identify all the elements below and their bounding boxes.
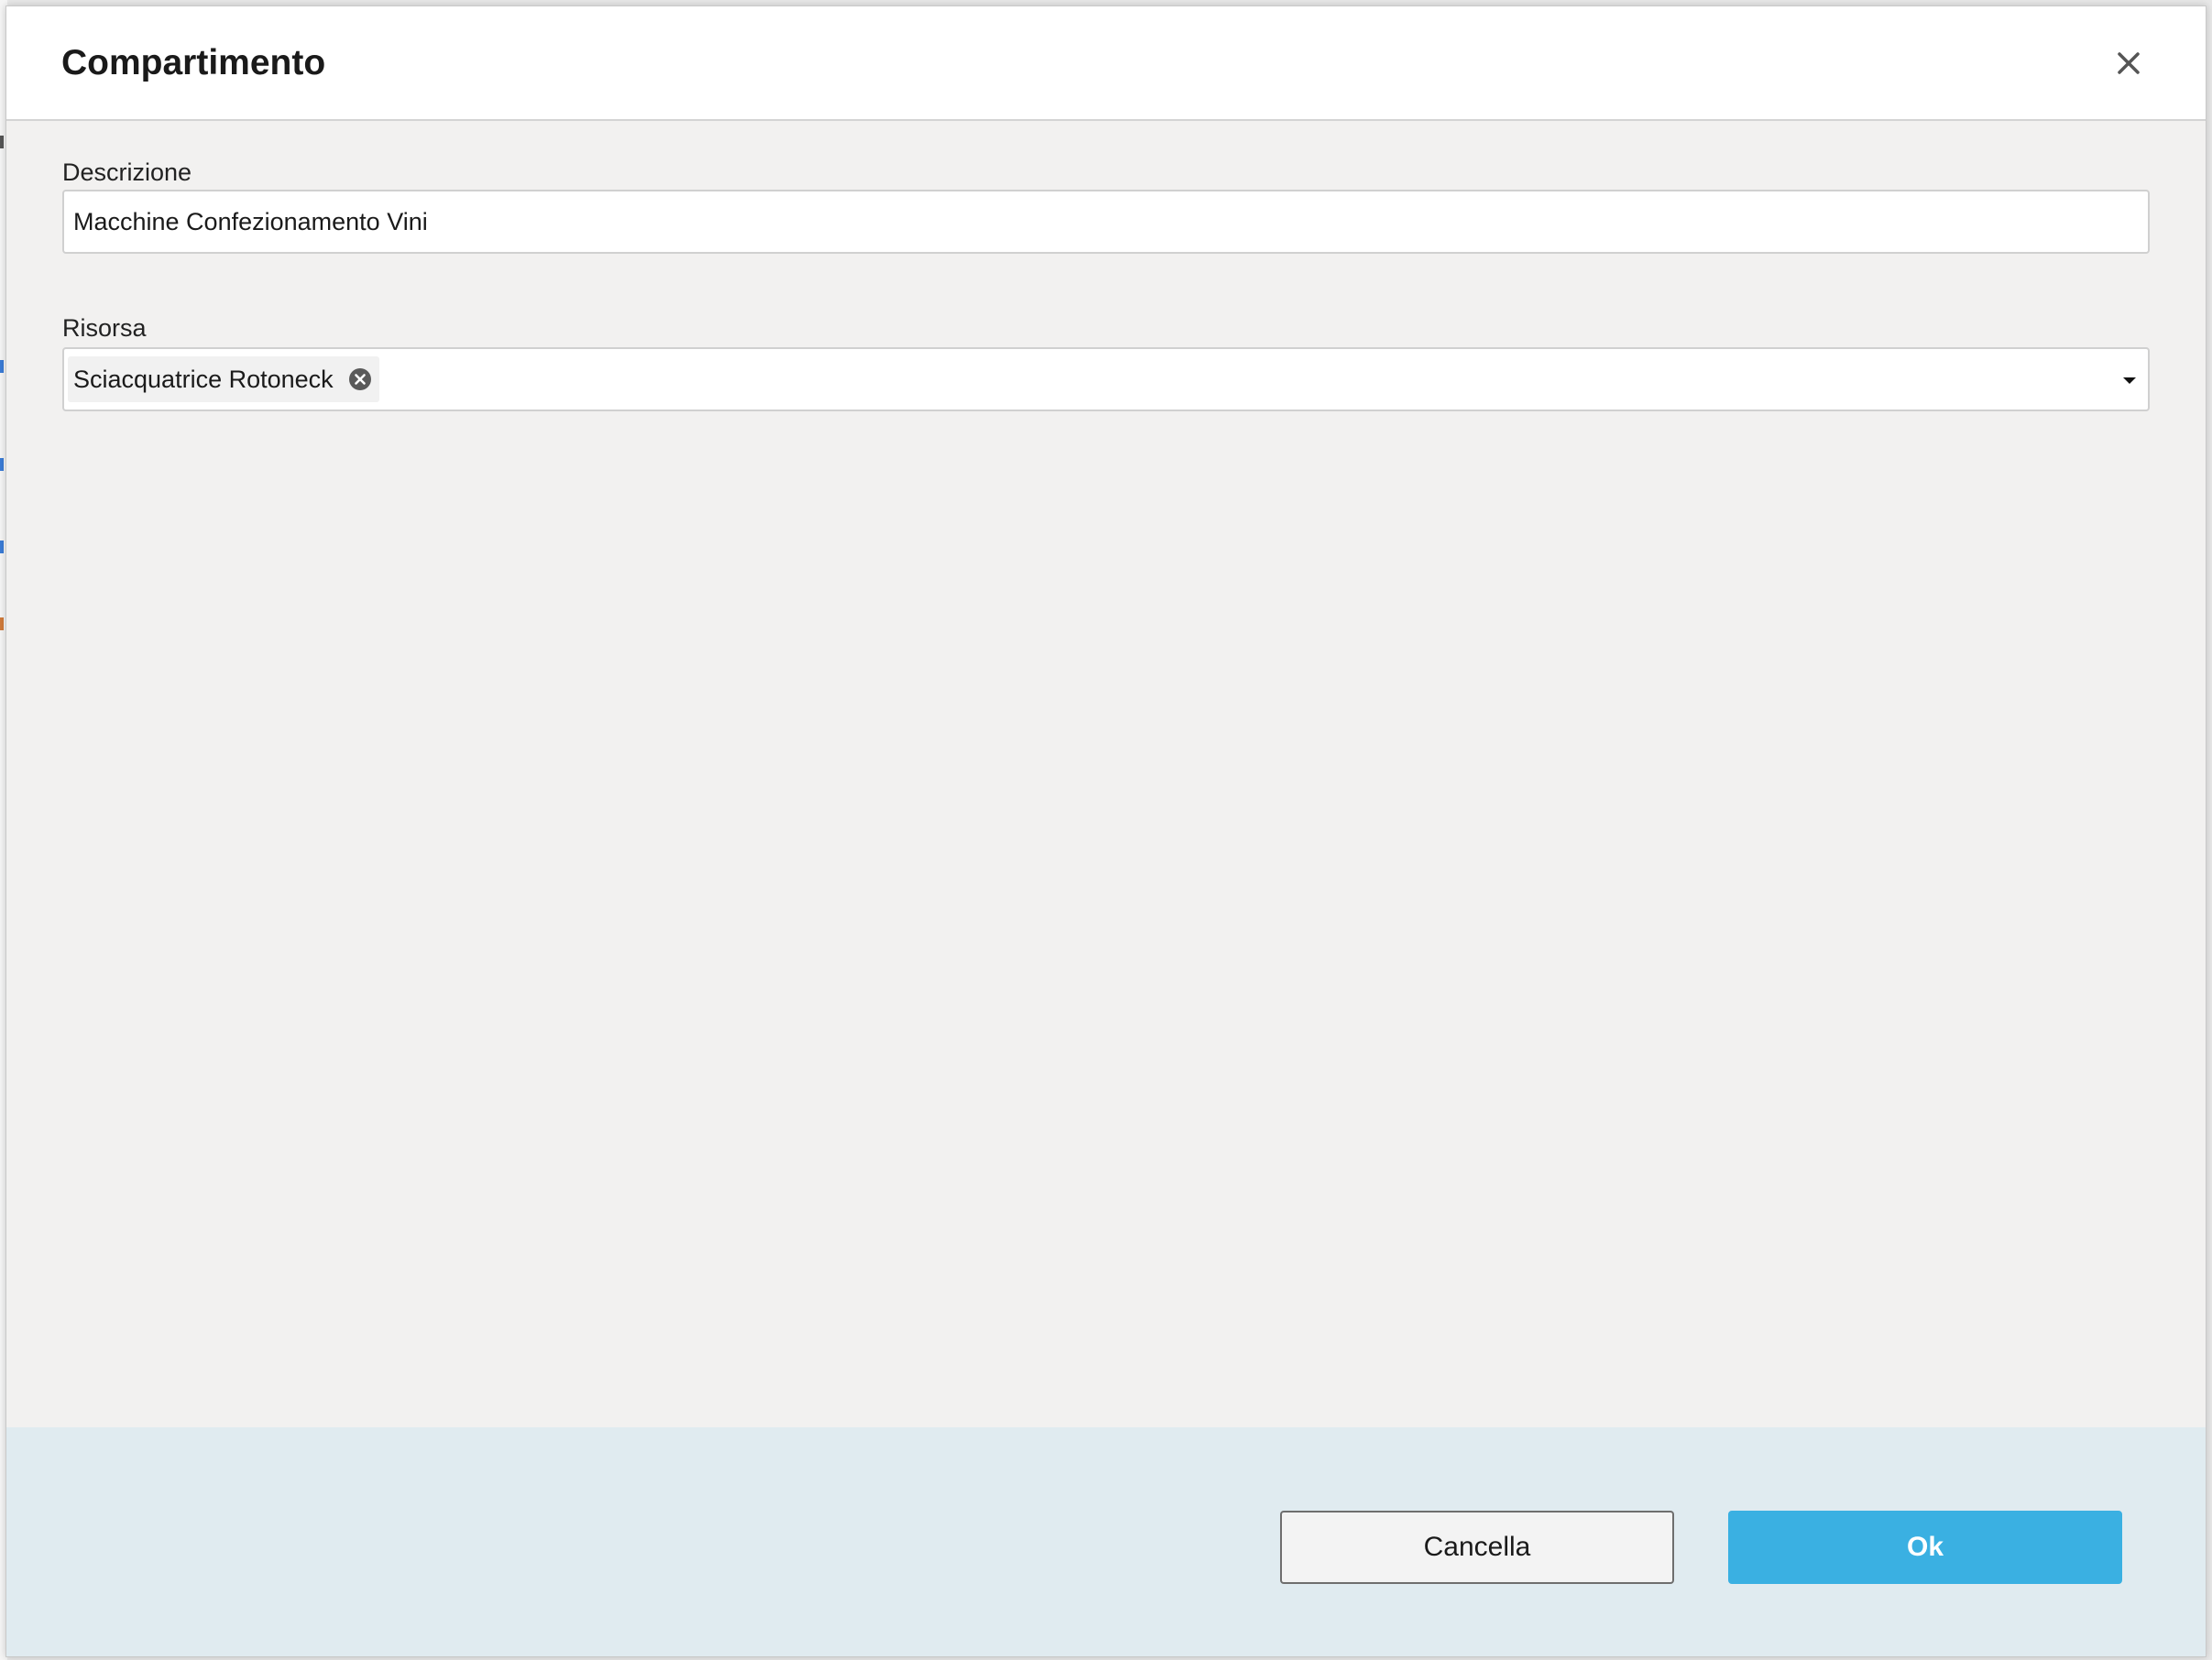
ok-button[interactable]: Ok [1728, 1511, 2122, 1584]
dialog-title: Compartimento [61, 43, 326, 82]
dropdown-toggle[interactable] [2120, 371, 2139, 389]
background-mark [0, 136, 4, 148]
compartimento-dialog: Compartimento Descrizione Risorsa Sciacq… [5, 5, 2207, 1657]
close-icon [2118, 52, 2140, 74]
remove-tag-button[interactable] [348, 367, 372, 391]
background-mark [0, 541, 4, 553]
selected-tag: Sciacquatrice Rotoneck [68, 356, 379, 402]
background-mark [0, 617, 4, 630]
close-button[interactable] [2110, 45, 2147, 82]
dialog-body: Descrizione Risorsa Sciacquatrice Rotone… [6, 123, 2206, 1427]
dialog-footer: Cancella Ok [6, 1427, 2206, 1656]
selected-tag-label: Sciacquatrice Rotoneck [73, 365, 334, 393]
risorsa-select[interactable]: Sciacquatrice Rotoneck [62, 347, 2150, 411]
cancel-button[interactable]: Cancella [1280, 1511, 1674, 1584]
dialog-header: Compartimento [6, 6, 2206, 121]
background-mark [0, 360, 4, 373]
background-mark [0, 458, 4, 471]
descrizione-input[interactable] [62, 190, 2150, 254]
risorsa-label: Risorsa [62, 314, 147, 342]
descrizione-label: Descrizione [62, 158, 192, 186]
caret-down-icon [2123, 377, 2136, 384]
remove-tag-icon [348, 368, 371, 390]
